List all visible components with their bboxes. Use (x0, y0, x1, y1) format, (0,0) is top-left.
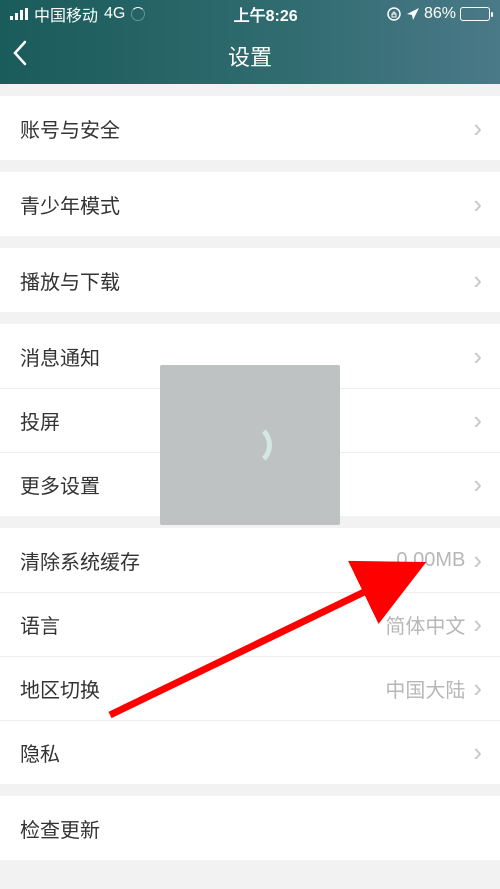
chevron-right-icon: › (473, 113, 482, 144)
loading-spinner-icon (228, 423, 272, 467)
chevron-right-icon: › (473, 405, 482, 436)
region-value: 中国大陆 (385, 674, 465, 703)
chevron-right-icon: › (473, 265, 482, 296)
row-account-security[interactable]: 账号与安全 › (0, 96, 500, 160)
divider (0, 236, 500, 248)
row-label: 清除系统缓存 (20, 546, 140, 575)
chevron-right-icon: › (473, 609, 482, 640)
chevron-right-icon: › (473, 341, 482, 372)
orientation-lock-icon (386, 6, 402, 22)
row-label: 消息通知 (20, 342, 100, 371)
row-clear-cache[interactable]: 清除系统缓存 0.00MB › (0, 528, 500, 592)
carrier-label: 中国移动 (34, 2, 98, 26)
chevron-right-icon: › (473, 189, 482, 220)
location-icon (406, 7, 420, 21)
page-title: 设置 (228, 40, 272, 72)
chevron-right-icon: › (473, 737, 482, 768)
row-label: 播放与下载 (20, 266, 120, 295)
network-label: 4G (104, 5, 125, 23)
row-teen-mode[interactable]: 青少年模式 › (0, 172, 500, 236)
divider (0, 784, 500, 796)
signal-icon (10, 8, 28, 20)
chevron-right-icon: › (473, 545, 482, 576)
loading-overlay (160, 365, 340, 525)
back-button[interactable] (12, 40, 28, 72)
status-right: 86% (386, 5, 490, 23)
divider (0, 84, 500, 96)
battery-icon (460, 7, 490, 21)
row-play-download[interactable]: 播放与下载 › (0, 248, 500, 312)
divider (0, 160, 500, 172)
row-check-update[interactable]: 检查更新 (0, 796, 500, 860)
row-label: 账号与安全 (20, 114, 120, 143)
battery-pct: 86% (424, 5, 456, 23)
row-label: 地区切换 (20, 674, 100, 703)
divider (0, 312, 500, 324)
chevron-right-icon: › (473, 673, 482, 704)
row-label: 检查更新 (20, 814, 100, 843)
nav-bar: 设置 (0, 28, 500, 84)
chevron-left-icon (12, 40, 28, 66)
status-bar: 中国移动 4G 上午8:26 86% (0, 0, 500, 28)
row-label: 投屏 (20, 406, 60, 435)
clock-label: 上午8:26 (234, 2, 298, 26)
cache-value: 0.00MB (396, 549, 465, 572)
language-value: 简体中文 (385, 610, 465, 639)
row-label: 更多设置 (20, 470, 100, 499)
row-region[interactable]: 地区切换 中国大陆 › (0, 656, 500, 720)
chevron-right-icon: › (473, 469, 482, 500)
spinner-icon (131, 7, 145, 21)
row-label: 青少年模式 (20, 190, 120, 219)
row-label: 语言 (20, 610, 60, 639)
row-label: 隐私 (20, 738, 60, 767)
row-language[interactable]: 语言 简体中文 › (0, 592, 500, 656)
row-privacy[interactable]: 隐私 › (0, 720, 500, 784)
status-left: 中国移动 4G (10, 2, 145, 26)
